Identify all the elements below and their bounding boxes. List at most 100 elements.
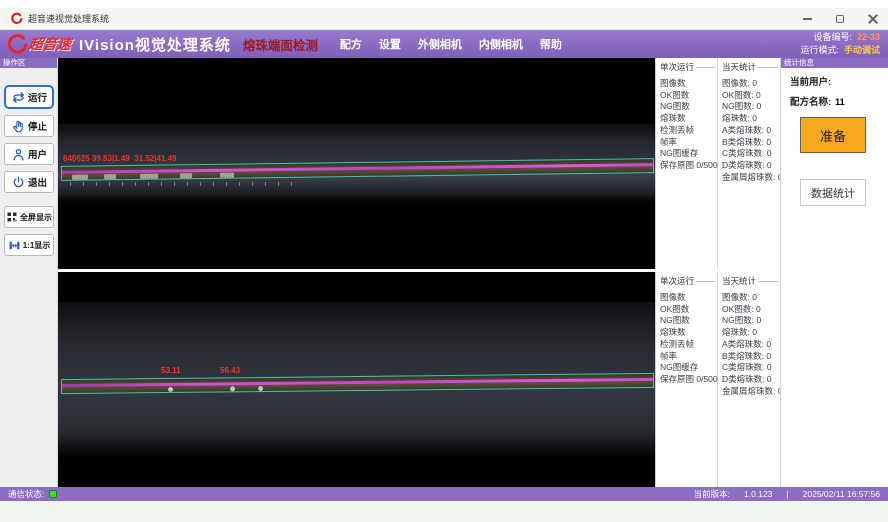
fullscreen-button[interactable]: 全屏显示 <box>4 206 54 228</box>
bead-mark <box>258 386 263 391</box>
stat-row: NG图缓存 <box>660 362 717 374</box>
brand-logo: 超音速 <box>6 33 71 55</box>
measurement-left: 53.11 <box>161 366 181 375</box>
single-run-column: 单次运行 图像数OK图数NG图数熔珠数检测丢帧帧率NG图缓存保存原图 0/500 <box>656 58 718 269</box>
stat-row: NG图数: 0 <box>722 101 780 113</box>
one-to-one-label: 1:1显示 <box>23 240 51 251</box>
app-subtitle: 熔珠端面检测 <box>243 35 318 54</box>
status-separator: | <box>786 489 788 499</box>
stat-row: 检测丢帧 <box>660 125 717 137</box>
single-run-rows: 图像数OK图数NG图数熔珠数检测丢帧帧率NG图缓存保存原图 0/500 <box>660 292 717 386</box>
brand-swirl-icon <box>6 33 28 55</box>
data-statistics-button[interactable]: 数据统计 <box>800 179 866 206</box>
device-number-value: 22-33 <box>857 31 880 44</box>
stat-row: 保存原图 0/500 <box>660 374 717 386</box>
stop-button[interactable]: 停止 <box>4 115 54 137</box>
stat-row: 帧率 <box>660 137 717 149</box>
status-bar: 通信状态: 当前版本: 1.0.123 | 2025/02/11 16:57:5… <box>0 487 888 501</box>
fullscreen-grid-icon <box>6 211 18 223</box>
menu-item[interactable]: 内侧相机 <box>479 36 523 52</box>
run-label: 运行 <box>28 90 47 104</box>
outer-camera-viewport[interactable]: 640625 39.83|1.49 31.52|41.49 <box>58 58 655 269</box>
fullscreen-label: 全屏显示 <box>20 212 52 223</box>
today-column: 当天统计 图像数: 0OK图数: 0NG图数: 0熔珠数: 0A类熔珠数: 0B… <box>718 58 780 269</box>
header-info: 设备编号: 22-33 运行模式: 手动调试 <box>800 31 880 57</box>
run-button[interactable]: 运行 <box>4 85 54 109</box>
minimize-icon[interactable] <box>803 18 812 20</box>
stat-row: 图像数 <box>660 78 717 90</box>
stat-row: 帧率 <box>660 351 717 363</box>
stat-row: OK图数 <box>660 304 717 316</box>
run-mode-label: 运行模式: <box>800 44 839 57</box>
stat-row: B类熔珠数: 0 <box>722 351 780 363</box>
measurement-right: 56.43 <box>220 366 240 375</box>
stats-block-top: 单次运行 图像数OK图数NG图数熔珠数检测丢帧帧率NG图缓存保存原图 0/500… <box>655 58 780 269</box>
stats-block-bottom: 单次运行 图像数OK图数NG图数熔珠数检测丢帧帧率NG图缓存保存原图 0/500… <box>655 272 780 487</box>
stat-row: A类熔珠数: 0 <box>722 125 780 137</box>
close-icon[interactable] <box>868 14 878 24</box>
stat-row: A类熔珠数: 0 <box>722 339 780 351</box>
stat-row: OK图数 <box>660 90 717 102</box>
single-run-rows: 图像数OK图数NG图数熔珠数检测丢帧帧率NG图缓存保存原图 0/500 <box>660 78 717 172</box>
comm-status-label: 通信状态: <box>8 488 44 500</box>
menu-item[interactable]: 外侧相机 <box>418 36 462 52</box>
stat-row: 熔珠数 <box>660 113 717 125</box>
recipe-label: 配方名称: <box>790 97 831 108</box>
one-to-one-icon <box>8 239 21 252</box>
tiny-measure-ticks <box>70 182 300 186</box>
today-column: 当天统计 图像数: 0OK图数: 0NG图数: 0熔珠数: 0A类熔珠数: 0B… <box>718 272 780 487</box>
menu-item[interactable]: 设置 <box>379 36 401 52</box>
seam-centerline <box>62 163 653 174</box>
exit-button[interactable]: 退出 <box>4 171 54 193</box>
single-run-column: 单次运行 图像数OK图数NG图数熔珠数检测丢帧帧率NG图缓存保存原图 0/500 <box>656 272 718 487</box>
stat-row: 检测丢帧 <box>660 339 717 351</box>
desktop-background <box>0 501 888 522</box>
inner-camera-viewport[interactable]: 53.11 56.43 <box>58 272 655 487</box>
stat-row: 金属屑熔珠数: 0 <box>722 386 780 398</box>
stat-row: D类熔珠数: 0 <box>722 160 780 172</box>
today-title: 当天统计 <box>722 275 756 287</box>
prepare-button[interactable]: 准备 <box>800 117 866 153</box>
stat-row: NG图缓存 <box>660 148 717 160</box>
comm-status-green-icon <box>49 490 57 498</box>
stat-row: 熔珠数: 0 <box>722 113 780 125</box>
measurement-annotation: 640625 39.83|1.49 31.52|41.49 <box>63 154 176 163</box>
stat-row: D类熔珠数: 0 <box>722 374 780 386</box>
bead-blob <box>104 174 116 179</box>
current-user-row: 当前用户: <box>790 74 888 88</box>
user-button[interactable]: 用户 <box>4 143 54 165</box>
recipe-value: 11 <box>835 97 845 107</box>
maximize-icon[interactable] <box>836 15 844 23</box>
power-icon <box>11 175 26 190</box>
app-header: 超音速 IVision视觉处理系统 熔珠端面检测 配方设置外侧相机内侧相机帮助 … <box>0 30 888 58</box>
one-to-one-button[interactable]: 1:1显示 <box>4 234 54 256</box>
stat-row: C类熔珠数: 0 <box>722 362 780 374</box>
exit-label: 退出 <box>28 175 47 189</box>
statistics-panel: 统计信息 当前用户: 配方名称: 11 准备 数据统计 <box>780 58 888 487</box>
stat-row: 保存原图 0/500 <box>660 160 717 172</box>
main-menu: 配方 设置 外侧相机 内侧相机 帮助 <box>340 36 562 52</box>
run-mode-value: 手动调试 <box>844 44 880 57</box>
window-title: 超音速视觉处理系统 <box>28 12 109 25</box>
menu-item[interactable]: 帮助 <box>540 36 562 52</box>
stop-label: 停止 <box>28 119 47 133</box>
stat-row: B类熔珠数: 0 <box>722 137 780 149</box>
stat-row: 图像数: 0 <box>722 78 780 90</box>
titlebar: 超音速视觉处理系统 <box>0 8 888 30</box>
bead-blob <box>220 173 234 178</box>
stat-row: 图像数: 0 <box>722 292 780 304</box>
stat-row: OK图数: 0 <box>722 304 780 316</box>
bead-blob <box>180 173 192 178</box>
recipe-row: 配方名称: 11 <box>790 94 888 108</box>
operation-sidebar: 操作区 运行 停止 用户 退出 <box>0 58 58 487</box>
stat-row: NG图数 <box>660 315 717 327</box>
stat-row: OK图数: 0 <box>722 90 780 102</box>
menu-item[interactable]: 配方 <box>340 36 362 52</box>
version-label: 当前版本: <box>694 488 730 500</box>
seam-centerline <box>62 378 653 387</box>
single-run-title: 单次运行 <box>660 275 694 287</box>
statistics-panel-title: 统计信息 <box>781 58 888 68</box>
run-cycle-icon <box>11 90 26 105</box>
bead-blob <box>72 175 88 180</box>
app-title: IVision视觉处理系统 <box>79 34 231 55</box>
